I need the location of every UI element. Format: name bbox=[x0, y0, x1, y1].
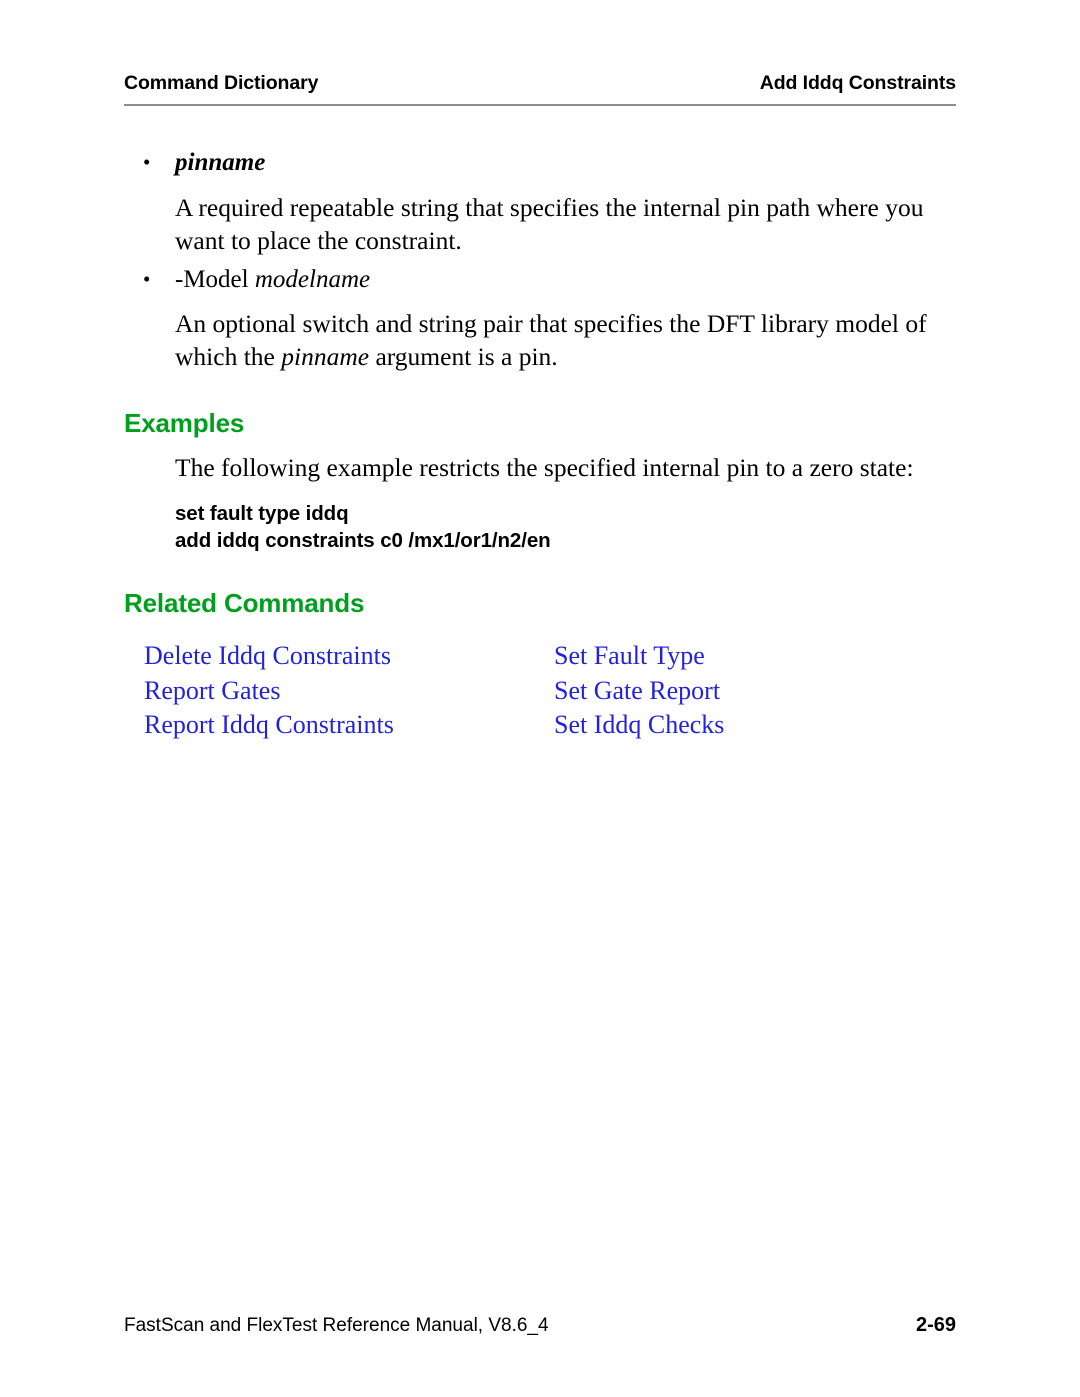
running-footer: FastScan and FlexTest Reference Manual, … bbox=[124, 1314, 956, 1337]
code-line: add iddq constraints c0 /mx1/or1/n2/en bbox=[175, 528, 551, 552]
section-heading-examples: Examples bbox=[124, 407, 245, 438]
example-code-block: set fault type iddq add iddq constraints… bbox=[124, 500, 974, 555]
bullet-dot-icon: • bbox=[143, 150, 151, 175]
footer-page-number: 2-69 bbox=[915, 1314, 956, 1336]
argument-term-text: pinname bbox=[175, 149, 266, 176]
related-command-link-set-gate-report[interactable]: Set Gate Report bbox=[554, 674, 974, 709]
related-command-link-delete-iddq-constraints[interactable]: Delete Iddq Constraints bbox=[144, 639, 554, 674]
examples-intro-text: The following example restricts the spec… bbox=[175, 452, 914, 482]
header-right-title: Add Iddq Constraints bbox=[759, 72, 956, 94]
code-line: set fault type iddq bbox=[175, 501, 349, 525]
related-command-link-set-fault-type[interactable]: Set Fault Type bbox=[554, 639, 974, 674]
header-left-title: Command Dictionary bbox=[124, 72, 319, 94]
switch-term: -Model modelname bbox=[175, 266, 370, 293]
switch-term-name: -Model bbox=[175, 265, 255, 293]
switch-description-part-c: argument is a pin. bbox=[369, 342, 558, 372]
running-header: Command Dictionary Add Iddq Constraints bbox=[124, 72, 956, 95]
switch-description: An optional switch and string pair that … bbox=[124, 307, 974, 373]
related-command-link-report-iddq-constraints[interactable]: Report Iddq Constraints bbox=[144, 708, 554, 743]
related-commands-list: Delete Iddq Constraints Set Fault Type R… bbox=[124, 639, 974, 743]
switch-term-value: modelname bbox=[254, 265, 371, 293]
bullet-dot-icon: • bbox=[143, 266, 151, 291]
footer-manual-title: FastScan and FlexTest Reference Manual, … bbox=[124, 1315, 549, 1336]
list-item: • pinname bbox=[124, 148, 974, 179]
section-heading-related-commands: Related Commands bbox=[124, 588, 365, 619]
document-page: Command Dictionary Add Iddq Constraints … bbox=[0, 0, 1080, 1397]
related-command-link-report-gates[interactable]: Report Gates bbox=[144, 674, 554, 709]
argument-description: A required repeatable string that specif… bbox=[175, 192, 924, 255]
argument-term: pinname bbox=[175, 149, 265, 176]
header-divider-rule bbox=[124, 104, 956, 106]
related-command-link-set-iddq-checks[interactable]: Set Iddq Checks bbox=[554, 708, 974, 743]
switch-description-emphasis: pinname bbox=[281, 342, 370, 372]
list-item: • -Model modelname bbox=[124, 265, 974, 296]
page-content: • pinname A required repeatable string t… bbox=[124, 140, 974, 743]
